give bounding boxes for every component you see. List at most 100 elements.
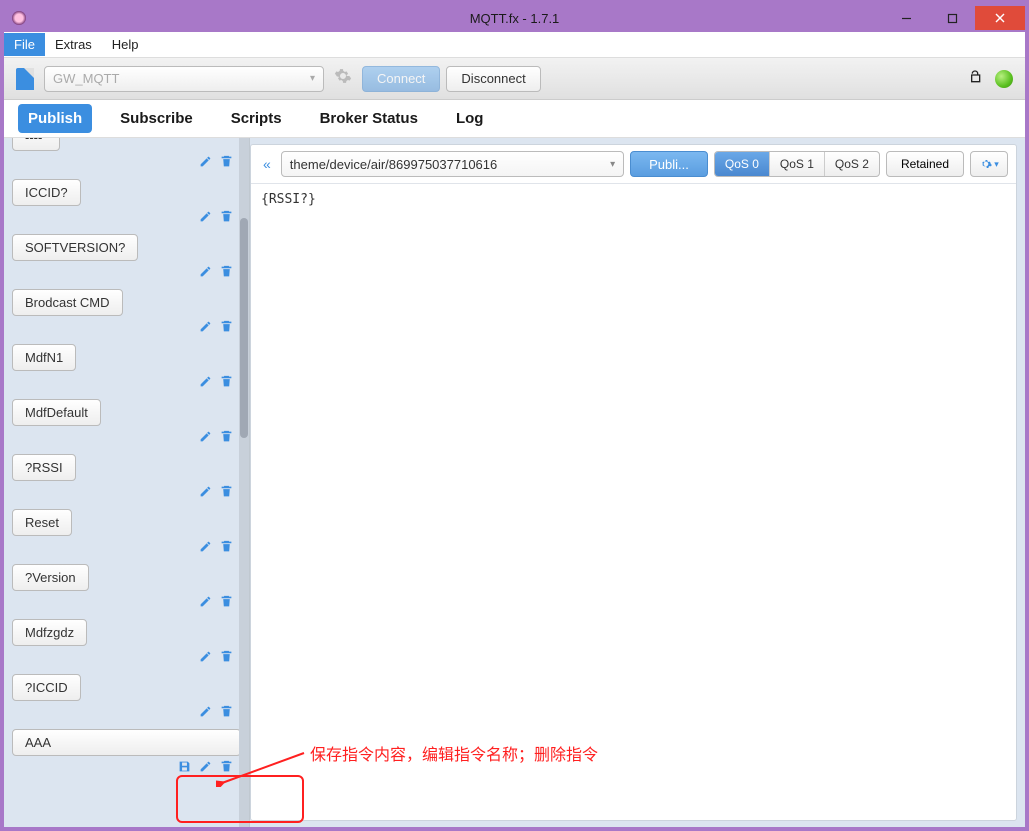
connection-status-indicator (995, 70, 1013, 88)
edit-icon[interactable] (199, 210, 212, 226)
settings-mini-button[interactable]: ▾ (970, 151, 1008, 177)
window-title: MQTT.fx - 1.7.1 (470, 11, 560, 26)
command-sidebar: ---- ICCID? SOFTVERSION? Brodcast CMD MdfN1 M… (4, 138, 250, 827)
edit-icon[interactable] (199, 760, 212, 776)
edit-icon[interactable] (199, 430, 212, 446)
sidebar-command-item: ---- (12, 138, 241, 175)
save-icon[interactable] (178, 760, 191, 776)
scrollbar-thumb[interactable] (240, 218, 248, 438)
edit-icon[interactable] (199, 485, 212, 501)
command-button[interactable]: ?RSSI (12, 454, 76, 481)
edit-icon[interactable] (199, 375, 212, 391)
sidebar-command-item: AAA (12, 729, 241, 780)
close-button[interactable] (975, 6, 1025, 30)
trash-icon[interactable] (220, 265, 233, 281)
maximize-icon (947, 13, 958, 24)
maximize-button[interactable] (929, 6, 975, 30)
tab-broker-status[interactable]: Broker Status (310, 104, 428, 133)
trash-icon[interactable] (220, 155, 233, 171)
sidebar-command-item: ?Version (12, 564, 241, 615)
publish-button[interactable]: Publi... (630, 151, 708, 177)
app-icon (12, 11, 26, 25)
command-item-tools (12, 701, 241, 725)
edit-icon[interactable] (199, 320, 212, 336)
menubar: File Extras Help (4, 32, 1025, 58)
sidebar-command-item: MdfN1 (12, 344, 241, 395)
connect-button[interactable]: Connect (362, 66, 440, 92)
sidebar-command-item: ?RSSI (12, 454, 241, 505)
command-button[interactable]: ?ICCID (12, 674, 81, 701)
edit-icon[interactable] (199, 155, 212, 171)
command-button[interactable]: MdfN1 (12, 344, 76, 371)
menu-file[interactable]: File (4, 33, 45, 56)
command-item-tools (12, 151, 241, 175)
sidebar-command-item: Brodcast CMD (12, 289, 241, 340)
trash-icon[interactable] (220, 705, 233, 721)
trash-icon[interactable] (220, 650, 233, 666)
minimize-button[interactable] (883, 6, 929, 30)
trash-icon[interactable] (220, 485, 233, 501)
gear-icon[interactable] (334, 67, 352, 90)
trash-icon[interactable] (220, 595, 233, 611)
edit-icon[interactable] (199, 650, 212, 666)
profile-select[interactable]: GW_MQTT ▾ (44, 66, 324, 92)
qos-1[interactable]: QoS 1 (770, 152, 825, 176)
command-item-tools (12, 756, 241, 780)
edit-icon[interactable] (199, 265, 212, 281)
app-window: MQTT.fx - 1.7.1 File Extras Help GW_MQTT… (0, 0, 1029, 831)
collapse-left-icon[interactable]: « (259, 156, 275, 172)
publish-panel: « theme/device/air/869975037710616 ▾ Pub… (250, 144, 1017, 821)
menu-help[interactable]: Help (102, 33, 149, 56)
tab-log[interactable]: Log (446, 104, 494, 133)
command-button[interactable]: SOFTVERSION? (12, 234, 138, 261)
caret-down-icon: ▾ (310, 73, 315, 84)
trash-icon[interactable] (220, 210, 233, 226)
sidebar-command-item: Reset (12, 509, 241, 560)
sidebar-scrollbar[interactable] (239, 138, 249, 827)
command-item-tools (12, 206, 241, 230)
command-item-tools (12, 536, 241, 560)
disconnect-button[interactable]: Disconnect (446, 66, 540, 92)
command-item-tools (12, 591, 241, 615)
command-button[interactable]: MdfDefault (12, 399, 101, 426)
qos-0[interactable]: QoS 0 (715, 152, 770, 176)
main-area: ---- ICCID? SOFTVERSION? Brodcast CMD MdfN1 M… (4, 138, 1025, 827)
trash-icon[interactable] (220, 375, 233, 391)
command-item-tools (12, 316, 241, 340)
edit-icon[interactable] (199, 540, 212, 556)
edit-icon[interactable] (199, 705, 212, 721)
qos-selector: QoS 0 QoS 1 QoS 2 (714, 151, 880, 177)
menu-extras[interactable]: Extras (45, 33, 102, 56)
sidebar-command-item: SOFTVERSION? (12, 234, 241, 285)
edit-icon[interactable] (199, 595, 212, 611)
trash-icon[interactable] (220, 760, 233, 776)
command-item-tools (12, 371, 241, 395)
command-button[interactable]: AAA (12, 729, 241, 756)
window-controls (883, 6, 1025, 30)
topic-input[interactable]: theme/device/air/869975037710616 ▾ (281, 151, 624, 177)
payload-editor[interactable]: {RSSI?} (251, 184, 1016, 820)
tab-subscribe[interactable]: Subscribe (110, 104, 203, 133)
connection-bar: GW_MQTT ▾ Connect Disconnect (4, 58, 1025, 100)
profile-file-icon (16, 68, 34, 90)
profile-placeholder: GW_MQTT (53, 71, 119, 86)
tab-publish[interactable]: Publish (18, 104, 92, 133)
qos-2[interactable]: QoS 2 (825, 152, 879, 176)
titlebar: MQTT.fx - 1.7.1 (4, 4, 1025, 32)
tab-scripts[interactable]: Scripts (221, 104, 292, 133)
sidebar-command-item: ?ICCID (12, 674, 241, 725)
command-item-tools (12, 646, 241, 670)
command-button[interactable]: Mdfzgdz (12, 619, 87, 646)
command-button[interactable]: ?Version (12, 564, 89, 591)
command-item-tools (12, 481, 241, 505)
command-button[interactable]: ICCID? (12, 179, 81, 206)
command-button[interactable]: ---- (12, 138, 60, 151)
trash-icon[interactable] (220, 540, 233, 556)
command-button[interactable]: Brodcast CMD (12, 289, 123, 316)
command-item-tools (12, 261, 241, 285)
command-button[interactable]: Reset (12, 509, 72, 536)
retained-toggle[interactable]: Retained (886, 151, 964, 177)
trash-icon[interactable] (220, 320, 233, 336)
close-icon (994, 12, 1006, 24)
trash-icon[interactable] (220, 430, 233, 446)
